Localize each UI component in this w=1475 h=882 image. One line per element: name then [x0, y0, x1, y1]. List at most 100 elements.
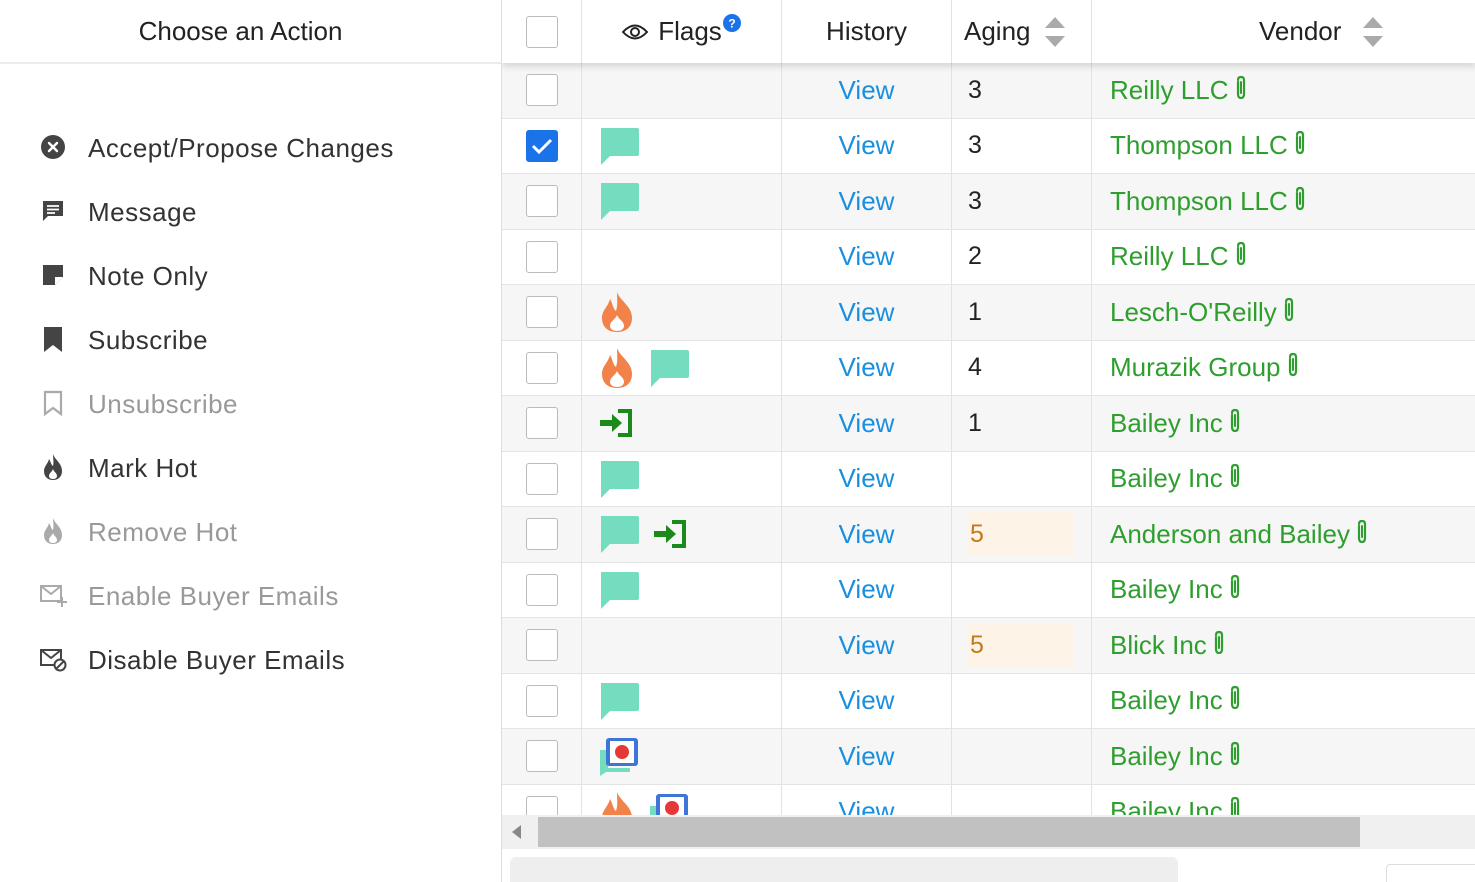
vendor-link[interactable]: Bailey Inc	[1110, 574, 1223, 605]
table-row[interactable]: View 3 Thompson LLC	[502, 174, 1475, 230]
row-checkbox[interactable]	[525, 518, 558, 551]
paperclip-icon[interactable]	[1227, 796, 1243, 815]
row-checkbox[interactable]	[525, 185, 558, 218]
paperclip-icon[interactable]	[1227, 741, 1243, 772]
history-cell: View	[782, 118, 952, 173]
table-row[interactable]: View 1 Lesch-O'Reilly	[502, 285, 1475, 341]
paperclip-icon[interactable]	[1354, 519, 1370, 550]
row-checkbox[interactable]	[525, 740, 558, 773]
scroll-left-arrow-icon[interactable]	[512, 825, 521, 839]
row-checkbox[interactable]	[525, 407, 558, 440]
header-history[interactable]: History	[782, 0, 952, 63]
paperclip-icon[interactable]	[1227, 574, 1243, 605]
paperclip-icon[interactable]	[1292, 130, 1308, 161]
table-row[interactable]: View 3 Reilly LLC	[502, 63, 1475, 119]
table-row[interactable]: View Bailey Inc	[502, 784, 1475, 815]
help-icon[interactable]: ?	[722, 13, 741, 32]
row-checkbox[interactable]	[525, 351, 558, 384]
paperclip-icon[interactable]	[1233, 241, 1249, 272]
table-row[interactable]: View Bailey Inc	[502, 562, 1475, 618]
view-history-link[interactable]: View	[839, 574, 895, 605]
header-flags[interactable]: Flags ?	[582, 0, 782, 63]
vendor-link[interactable]: Bailey Inc	[1110, 685, 1223, 716]
paperclip-icon[interactable]	[1233, 75, 1249, 106]
fire-icon	[598, 347, 636, 389]
view-history-link[interactable]: View	[839, 630, 895, 661]
select-cell	[502, 118, 582, 173]
vendor-link[interactable]: Thompson LLC	[1110, 130, 1288, 161]
vendor-link[interactable]: Bailey Inc	[1110, 463, 1223, 494]
table-row[interactable]: View 3 Thompson LLC	[502, 118, 1475, 174]
vendor-link[interactable]: Bailey Inc	[1110, 408, 1223, 439]
paperclip-icon[interactable]	[1281, 297, 1297, 328]
row-checkbox[interactable]	[525, 296, 558, 329]
vendor-link[interactable]: Lesch-O'Reilly	[1110, 297, 1277, 328]
paperclip-icon[interactable]	[1211, 630, 1227, 661]
vendor-cell: Thompson LLC	[1092, 119, 1475, 174]
view-history-link[interactable]: View	[839, 186, 895, 217]
screen-recording-icon	[598, 736, 640, 777]
paperclip-icon[interactable]	[1227, 685, 1243, 716]
fire-icon	[38, 516, 68, 546]
row-checkbox[interactable]	[525, 629, 558, 662]
view-history-link[interactable]: View	[839, 241, 895, 272]
header-vendor[interactable]: Vendor	[1092, 0, 1475, 63]
view-history-link[interactable]: View	[839, 796, 895, 815]
history-cell: View	[782, 451, 952, 506]
vendor-link[interactable]: Murazik Group	[1110, 352, 1281, 383]
table-row[interactable]: View Bailey Inc	[502, 673, 1475, 729]
vendor-cell: Anderson and Bailey	[1092, 507, 1475, 562]
view-history-link[interactable]: View	[839, 408, 895, 439]
table-row[interactable]: View Bailey Inc	[502, 729, 1475, 785]
table-row[interactable]: View 5 Blick Inc	[502, 618, 1475, 674]
footer-control[interactable]	[1386, 864, 1475, 882]
table-row[interactable]: View 4 Murazik Group	[502, 340, 1475, 396]
horizontal-scrollbar[interactable]	[502, 815, 1475, 849]
paperclip-icon[interactable]	[1292, 186, 1308, 217]
note-icon	[38, 260, 68, 290]
vendor-sort-icon[interactable]	[1363, 16, 1384, 47]
scrollbar-thumb[interactable]	[538, 817, 1360, 847]
paperclip-icon[interactable]	[1227, 408, 1243, 439]
vendor-link[interactable]: Bailey Inc	[1110, 741, 1223, 772]
view-history-link[interactable]: View	[839, 519, 895, 550]
table-row[interactable]: View 5 Anderson and Bailey	[502, 507, 1475, 563]
view-history-link[interactable]: View	[839, 352, 895, 383]
view-history-link[interactable]: View	[839, 463, 895, 494]
view-history-link[interactable]: View	[839, 741, 895, 772]
flags-cell	[582, 340, 782, 395]
action-label: Accept/Propose Changes	[88, 133, 394, 163]
row-checkbox[interactable]	[525, 240, 558, 273]
comment-icon	[598, 514, 640, 554]
vendor-link[interactable]: Reilly LLC	[1110, 75, 1229, 106]
row-checkbox[interactable]	[525, 684, 558, 717]
vendor-link[interactable]: Reilly LLC	[1110, 241, 1229, 272]
aging-sort-icon[interactable]	[1044, 16, 1065, 47]
vendor-link[interactable]: Anderson and Bailey	[1110, 519, 1350, 550]
select-all-checkbox[interactable]	[525, 15, 558, 48]
action-label: Subscribe	[88, 325, 209, 355]
vendor-link[interactable]: Bailey Inc	[1110, 796, 1223, 815]
aging-cell: 4	[952, 340, 1092, 395]
header-aging[interactable]: Aging	[952, 0, 1092, 63]
vendor-link[interactable]: Thompson LLC	[1110, 186, 1288, 217]
table-row[interactable]: View Bailey Inc	[502, 451, 1475, 507]
view-history-link[interactable]: View	[839, 130, 895, 161]
row-checkbox[interactable]	[525, 462, 558, 495]
view-history-link[interactable]: View	[839, 75, 895, 106]
view-history-link[interactable]: View	[839, 685, 895, 716]
row-checkbox[interactable]	[525, 129, 558, 162]
vendor-link[interactable]: Blick Inc	[1110, 630, 1207, 661]
aging-cell: 1	[952, 285, 1092, 340]
view-history-link[interactable]: View	[839, 297, 895, 328]
comment-icon	[598, 181, 640, 221]
select-cell	[502, 673, 582, 728]
paperclip-icon[interactable]	[1285, 352, 1301, 383]
paperclip-icon[interactable]	[1227, 463, 1243, 494]
row-checkbox[interactable]	[525, 573, 558, 606]
row-checkbox[interactable]	[525, 795, 558, 815]
table-row[interactable]: View 1 Bailey Inc	[502, 396, 1475, 452]
email-cancel-icon	[38, 644, 68, 674]
row-checkbox[interactable]	[525, 74, 558, 107]
table-row[interactable]: View 2 Reilly LLC	[502, 229, 1475, 285]
